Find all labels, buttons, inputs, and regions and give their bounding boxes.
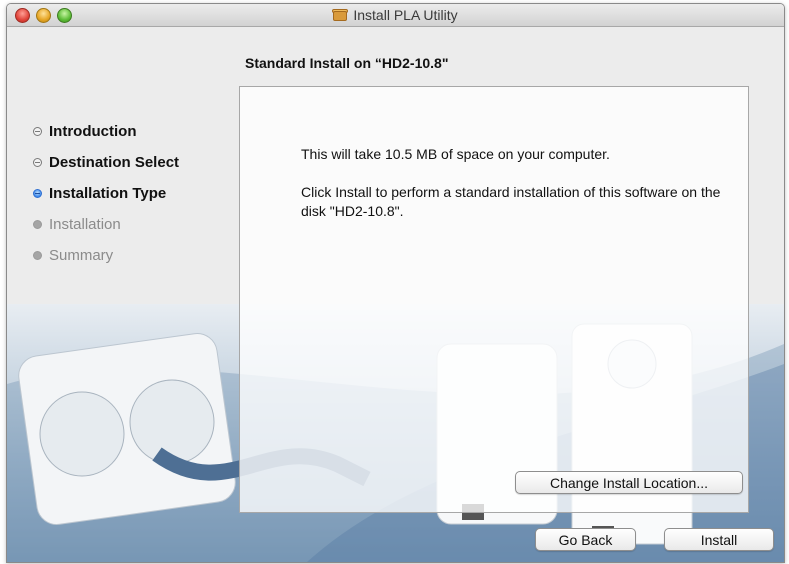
step-label: Installation (49, 216, 121, 233)
package-icon (332, 9, 349, 21)
change-install-location-button[interactable]: Change Install Location... (515, 471, 743, 494)
step-introduction: Introduction (33, 116, 179, 147)
step-label: Installation Type (49, 185, 167, 202)
step-current-icon (33, 189, 42, 198)
title-bar[interactable]: Install PLA Utility (7, 4, 784, 27)
step-label: Destination Select (49, 154, 180, 171)
step-destination-select: Destination Select (33, 147, 179, 178)
page-heading: Standard Install on “HD2-10.8" (245, 55, 449, 71)
content-panel: This will take 10.5 MB of space on your … (239, 86, 749, 513)
step-installation-type: Installation Type (33, 178, 179, 209)
step-label: Summary (49, 247, 114, 264)
step-installation: Installation (33, 209, 179, 240)
install-button[interactable]: Install (664, 528, 774, 551)
step-summary: Summary (33, 240, 179, 271)
step-complete-icon (33, 158, 42, 167)
step-complete-icon (33, 127, 42, 136)
step-pending-icon (33, 251, 42, 260)
space-required-message: This will take 10.5 MB of space on your … (301, 146, 610, 162)
install-description-message: Click Install to perform a standard inst… (301, 184, 721, 219)
window-title-group: Install PLA Utility (7, 4, 784, 26)
step-pending-icon (33, 220, 42, 229)
installer-steps: Introduction Destination Select Installa… (33, 116, 179, 271)
installer-window: Install PLA Utility Standard Install on … (6, 3, 785, 563)
window-title: Install PLA Utility (353, 7, 458, 23)
step-label: Introduction (49, 123, 137, 140)
go-back-button[interactable]: Go Back (535, 528, 636, 551)
